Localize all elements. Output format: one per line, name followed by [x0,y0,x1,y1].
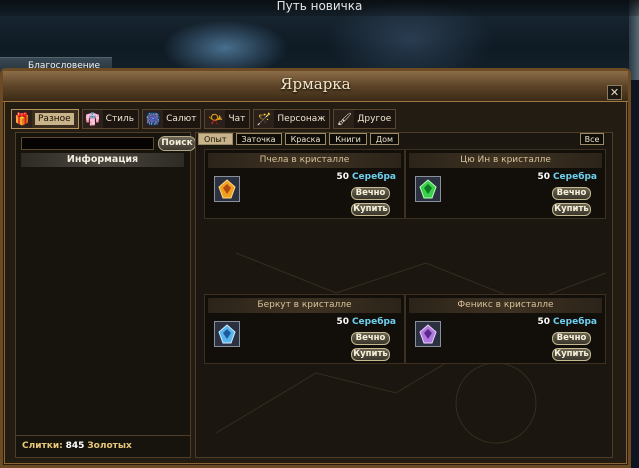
tab-other[interactable]: 🖌 Другое [333,109,397,129]
wand-icon: 🪄 [254,110,275,128]
filter-house[interactable]: Дом [369,133,400,145]
gift-icon: 🎁 [12,110,32,128]
item-title: Цю Ин в кристалле [409,153,602,168]
search-panel: Поиск Информация [15,132,196,458]
title-bar[interactable]: Ярмарка ✕ [3,71,628,102]
brush-icon: 🖌 [334,110,355,128]
ingots-label: Слитки: [22,441,63,451]
purple-crystal-icon[interactable] [415,321,441,347]
ingots-footer: Слитки: 845 Золотых [15,435,191,457]
shop-item-card: Беркут в кристалле 50 Серебра Вечно Купи… [204,294,405,364]
subcategory-filters: Опыт Заточка Краска Книги Дом [198,133,400,145]
price-currency: Серебра [552,317,597,327]
green-crystal-icon[interactable] [415,176,441,202]
shop-item-card: Пчела в кристалле 50 Серебра Вечно Купит… [204,149,405,219]
tab-style[interactable]: 👘 Стиль [81,109,140,129]
item-title: Беркут в кристалле [208,298,401,313]
item-price: 50 Серебра [337,172,396,182]
ingots-value: 845 [65,441,85,451]
shop-item-card: Цю Ин в кристалле 50 Серебра Вечно Купит… [405,149,606,219]
tab-label: Салют [166,114,197,124]
close-icon: ✕ [609,86,620,99]
window-title: Ярмарка [280,75,351,93]
tab-label: Чат [228,114,246,124]
tab-character[interactable]: 🪄 Персонаж [253,109,331,129]
tab-chat[interactable]: 📯 Чат [204,109,251,129]
price-currency: Серебра [351,172,396,182]
goods-panel: Опыт Заточка Краска Книги Дом Все Пчела … [195,132,613,458]
price-currency: Серебра [351,317,396,327]
filter-dye[interactable]: Краска [284,133,327,145]
buy-button[interactable]: Купить [351,348,390,361]
duration-button[interactable]: Вечно [351,332,390,345]
buy-button[interactable]: Купить [552,203,591,216]
close-button[interactable]: ✕ [607,85,622,100]
item-title: Феникс в кристалле [409,298,602,313]
filter-experience[interactable]: Опыт [198,133,233,145]
filter-enchant[interactable]: Заточка [235,133,282,145]
category-tabs: 🎁 Разное 👘 Стиль 🎆 Салют 📯 Чат 🪄 Персона… [11,109,397,131]
tab-label: Стиль [105,114,135,124]
costume-icon: 👘 [82,110,103,128]
duration-button[interactable]: Вечно [351,187,390,200]
amber-crystal-icon[interactable] [214,176,240,202]
fair-window: Ярмарка ✕ 🎁 Разное 👘 Стиль 🎆 Салют 📯 Чат… [0,68,631,468]
firework-icon: 🎆 [143,110,164,128]
buy-button[interactable]: Купить [552,348,591,361]
price-amount: 50 [336,317,350,327]
horn-icon: 📯 [205,110,226,128]
tab-fireworks[interactable]: 🎆 Салют [142,109,202,129]
show-all-button[interactable]: Все [580,133,604,145]
ingots-currency: Золотых [87,441,132,451]
item-price: 50 Серебра [538,317,597,327]
item-price: 50 Серебра [337,317,396,327]
item-price: 50 Серебра [538,172,597,182]
info-list-item[interactable]: Информация [21,153,184,167]
filter-books[interactable]: Книги [329,133,367,145]
quest-title: Путь новичка [0,0,639,16]
price-currency: Серебра [552,172,597,182]
search-button[interactable]: Поиск [158,136,196,151]
blue-crystal-icon[interactable] [214,321,240,347]
price-amount: 50 [336,172,350,182]
tab-label: Разное [35,113,74,125]
search-input[interactable] [21,137,154,150]
item-title: Пчела в кристалле [208,153,401,168]
shop-item-card: Феникс в кристалле 50 Серебра Вечно Купи… [405,294,606,364]
duration-button[interactable]: Вечно [552,332,591,345]
buy-button[interactable]: Купить [351,203,390,216]
tab-misc[interactable]: 🎁 Разное [11,109,79,129]
price-amount: 50 [537,172,551,182]
duration-button[interactable]: Вечно [552,187,591,200]
price-amount: 50 [537,317,551,327]
tab-label: Персонаж [277,114,326,124]
tab-label: Другое [357,114,392,124]
